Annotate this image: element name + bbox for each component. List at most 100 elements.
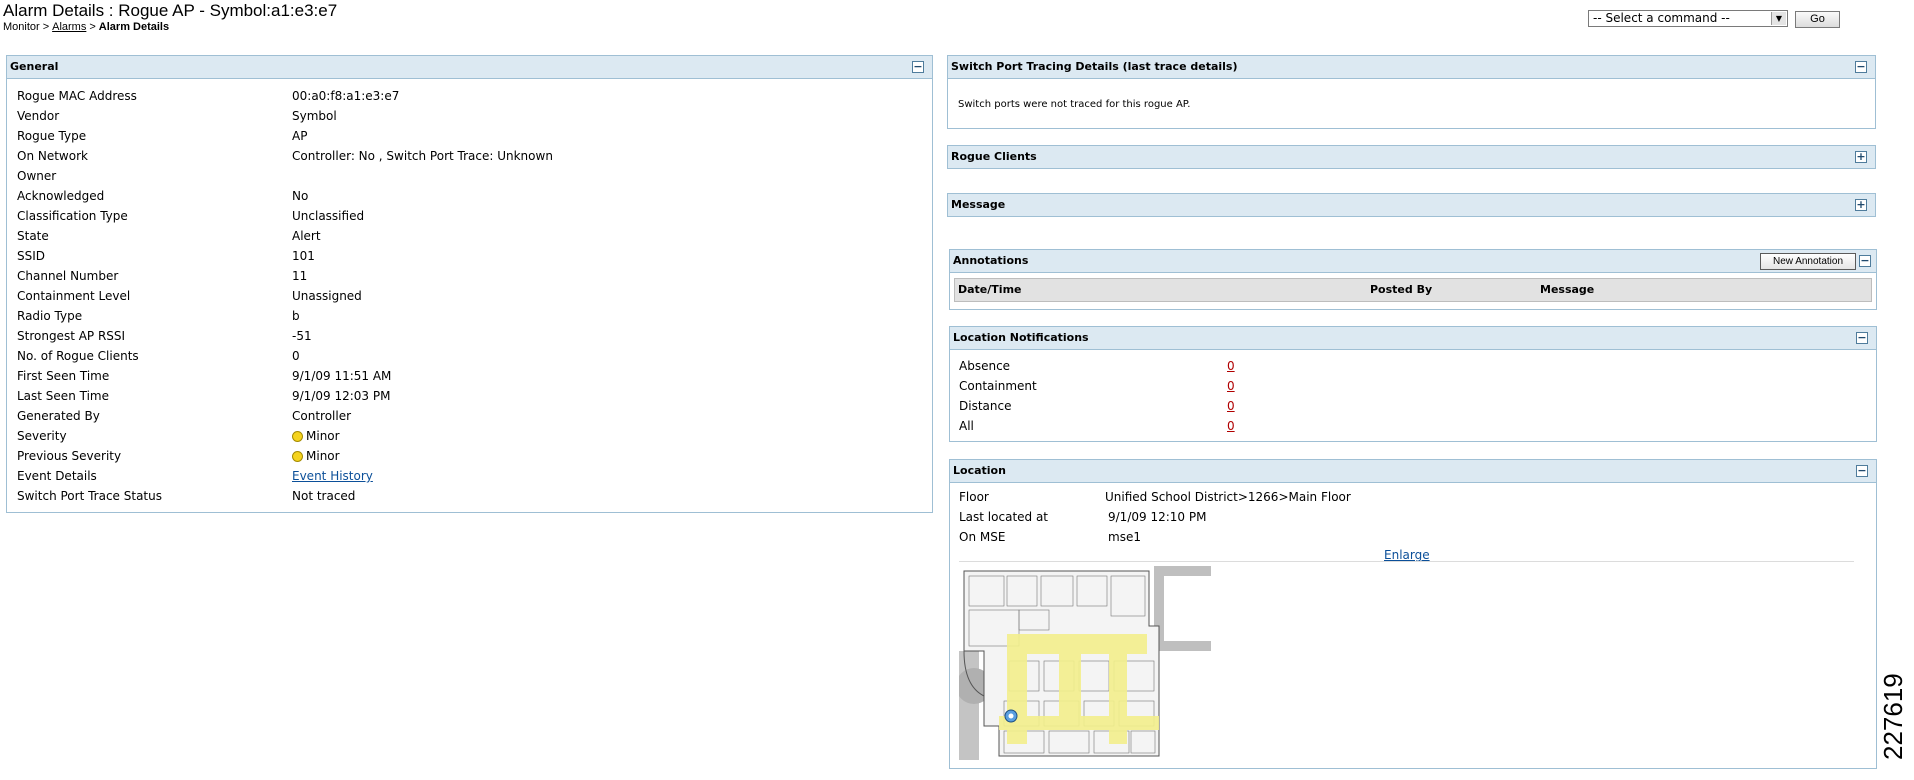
general-row-value: -51 <box>292 329 312 343</box>
rogue-clients-panel: Rogue Clients + <box>947 145 1876 169</box>
floor-label: Floor <box>959 490 989 504</box>
general-row-value: 9/1/09 11:51 AM <box>292 369 392 383</box>
breadcrumb-current: Alarm Details <box>98 21 170 33</box>
enlarge-link[interactable]: Enlarge <box>1384 548 1430 562</box>
chevron-down-icon[interactable]: ▼ <box>1771 12 1786 25</box>
notification-label: All <box>959 419 974 433</box>
notification-label: Containment <box>959 379 1037 393</box>
general-row: Last Seen Time 9/1/09 12:03 PM <box>7 386 932 406</box>
general-row-value: Unclassified <box>292 209 365 223</box>
message-panel: Message + <box>947 193 1876 217</box>
severity-value: Minor <box>306 449 340 463</box>
general-row: Generated By Controller <box>7 406 932 426</box>
mse-label: On MSE <box>959 530 1006 544</box>
general-row-label: Event Details <box>17 469 97 483</box>
general-row-label: Switch Port Trace Status <box>17 489 162 503</box>
switch-port-message: Switch ports were not traced for this ro… <box>958 99 1191 110</box>
general-row: Containment Level Unassigned <box>7 286 932 306</box>
message-panel-title: Message <box>951 198 1006 211</box>
general-row-label: State <box>17 229 49 243</box>
general-row-value: Symbol <box>292 109 337 123</box>
floor-map-icon <box>956 566 1211 760</box>
general-row-label: Rogue Type <box>17 129 87 143</box>
general-row: First Seen Time 9/1/09 11:51 AM <box>7 366 932 386</box>
general-row: Rogue MAC Address 00:a0:f8:a1:e3:e7 <box>7 86 932 106</box>
notification-label: Absence <box>959 359 1011 373</box>
breadcrumb-separator: > <box>42 21 50 33</box>
severity-minor-icon <box>292 431 303 442</box>
command-select[interactable]: -- Select a command -- ▼ <box>1588 10 1788 27</box>
general-row-value: Unassigned <box>292 289 362 303</box>
general-row-label: No. of Rogue Clients <box>17 349 139 363</box>
figure-number: 227619 <box>1878 673 1908 760</box>
switch-port-panel: Switch Port Tracing Details (last trace … <box>947 55 1876 129</box>
rogue-clients-panel-header: Rogue Clients + <box>948 146 1875 168</box>
event-history-link[interactable]: Event History <box>292 469 373 483</box>
location-panel-title: Location <box>953 464 1006 477</box>
general-row: Radio Type b <box>7 306 932 326</box>
general-row-value: Alert <box>292 229 321 243</box>
notification-count-link[interactable]: 0 <box>1227 359 1235 373</box>
general-row-value: Event History <box>292 466 373 486</box>
location-panel: Location − Floor Unified School District… <box>949 459 1877 769</box>
breadcrumb: Monitor > Alarms > Alarm Details <box>3 21 169 33</box>
general-row: Previous Severity Minor <box>7 446 932 466</box>
collapse-icon[interactable]: − <box>1856 465 1868 477</box>
command-select-value: -- Select a command -- <box>1593 11 1730 25</box>
breadcrumb-alarms-link[interactable]: Alarms <box>52 21 86 33</box>
general-row-label: Classification Type <box>17 209 128 223</box>
expand-icon[interactable]: + <box>1855 199 1867 211</box>
general-row-value: 101 <box>292 249 315 263</box>
general-row: On Network Controller: No , Switch Port T… <box>7 146 932 166</box>
severity-minor-icon <box>292 451 303 462</box>
collapse-icon[interactable]: − <box>1859 255 1871 267</box>
breadcrumb-monitor: Monitor <box>3 21 40 33</box>
switch-port-panel-header: Switch Port Tracing Details (last trace … <box>948 56 1875 79</box>
breadcrumb-separator: > <box>89 21 96 33</box>
location-notifications-panel: Location Notifications − Absence 0 Contain… <box>949 326 1877 442</box>
general-row: No. of Rogue Clients 0 <box>7 346 932 366</box>
column-header-message[interactable]: Message <box>1540 283 1594 296</box>
general-row-value: 11 <box>292 269 308 283</box>
general-row-value: 9/1/09 12:03 PM <box>292 389 391 403</box>
general-row: Event Details Event History <box>7 466 932 486</box>
general-row-label: Generated By <box>17 409 100 423</box>
notification-count-link[interactable]: 0 <box>1227 379 1235 393</box>
general-row-label: SSID <box>17 249 46 263</box>
general-row-label: On Network <box>17 149 88 163</box>
annotations-table-header: Date/Time Posted By Message <box>954 278 1872 302</box>
general-row-label: Last Seen Time <box>17 389 109 403</box>
new-annotation-button[interactable]: New Annotation <box>1760 253 1856 270</box>
general-row-label: Acknowledged <box>17 189 105 203</box>
location-panel-header: Location − <box>950 460 1876 483</box>
message-panel-header: Message + <box>948 194 1875 216</box>
mse-value: mse1 <box>1108 530 1141 544</box>
last-located-label: Last located at <box>959 510 1049 524</box>
collapse-icon[interactable]: − <box>912 61 924 73</box>
general-row: Switch Port Trace Status Not traced <box>7 486 932 506</box>
switch-port-panel-title: Switch Port Tracing Details (last trace … <box>951 60 1238 73</box>
collapse-icon[interactable]: − <box>1855 61 1867 73</box>
rogue-clients-panel-title: Rogue Clients <box>951 150 1037 163</box>
general-row: Acknowledged No <box>7 186 932 206</box>
general-panel-title: General <box>10 60 59 73</box>
general-row-value: AP <box>292 129 308 143</box>
floor-value: Unified School District>1266>Main Floor <box>1105 490 1351 504</box>
go-button[interactable]: Go <box>1795 11 1840 28</box>
general-row-label: Vendor <box>17 109 60 123</box>
annotations-panel-title: Annotations <box>953 254 1029 267</box>
expand-icon[interactable]: + <box>1855 151 1867 163</box>
general-row-value: 0 <box>292 349 300 363</box>
collapse-icon[interactable]: − <box>1856 332 1868 344</box>
column-header-datetime[interactable]: Date/Time <box>958 283 1022 296</box>
general-panel: General − Rogue MAC Address 00:a0:f8:a1:e… <box>6 55 933 513</box>
general-row: State Alert <box>7 226 932 246</box>
severity-value: Minor <box>306 429 340 443</box>
notification-count-link[interactable]: 0 <box>1227 399 1235 413</box>
annotations-panel: Annotations New Annotation − Date/Time P… <box>949 249 1877 310</box>
general-row: Rogue Type AP <box>7 126 932 146</box>
column-header-posted-by[interactable]: Posted By <box>1370 283 1432 296</box>
floor-map-image[interactable] <box>956 566 1211 760</box>
notification-count-link[interactable]: 0 <box>1227 419 1235 433</box>
general-row: Strongest AP RSSI -51 <box>7 326 932 346</box>
